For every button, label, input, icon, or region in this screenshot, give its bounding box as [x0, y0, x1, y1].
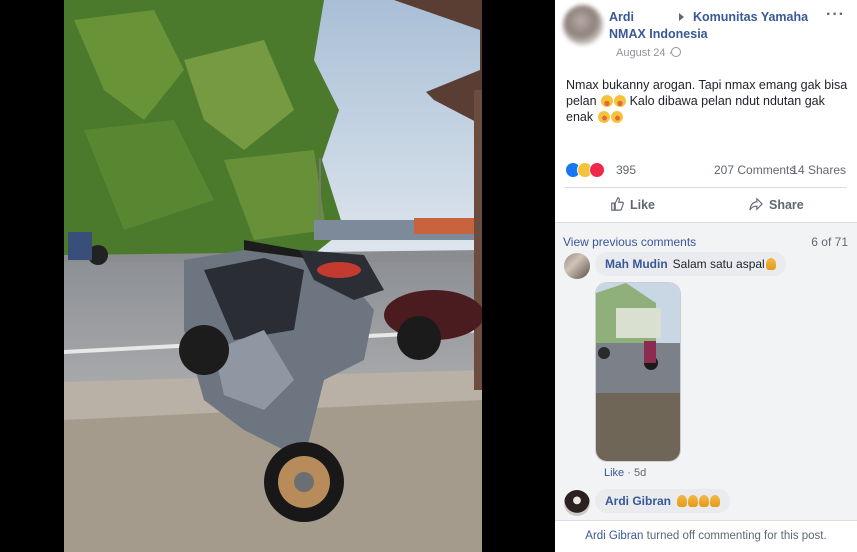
- comment-text: Salam satu aspal: [672, 257, 765, 271]
- comment-like-link[interactable]: Like: [604, 467, 624, 479]
- post-actions: Like Share: [565, 187, 847, 222]
- group-name-link-line2[interactable]: NMAX Indonesia: [609, 27, 708, 41]
- comment-photo[interactable]: [595, 282, 681, 462]
- author-avatar[interactable]: [563, 5, 603, 45]
- post-date[interactable]: August 24 ·: [616, 47, 672, 59]
- comment-timestamp[interactable]: · 5d: [627, 467, 646, 479]
- folded-hands-emoji-icon: [688, 495, 699, 507]
- commenter-avatar[interactable]: [564, 490, 590, 516]
- share-arrow-icon: [749, 197, 763, 211]
- love-reaction-icon[interactable]: [589, 162, 605, 178]
- globe-icon: [671, 47, 681, 57]
- comment-meta: Like · 5d: [604, 467, 646, 479]
- folded-hands-emoji-icon: [699, 495, 710, 507]
- post-text: Nmax bukanny arogan. Tapi nmax emang gak…: [566, 77, 851, 125]
- comment-photo-image: [596, 283, 680, 461]
- comments-section: View previous comments 6 of 71 Mah Mudin…: [555, 222, 857, 520]
- rofl-emoji-icon: [608, 109, 625, 125]
- folded-hands-emoji-icon: [765, 258, 776, 270]
- comment-bubble: Ardi Gibran: [595, 489, 731, 513]
- laughing-emoji-icon: [614, 95, 627, 107]
- folded-hands-emoji-icon: [677, 495, 688, 507]
- commenter-name-link[interactable]: Mah Mudin: [605, 257, 668, 271]
- share-button-label: Share: [769, 198, 804, 212]
- like-button[interactable]: Like: [610, 188, 655, 223]
- like-button-label: Like: [630, 198, 656, 212]
- photo-viewer: [0, 0, 552, 552]
- commenter-avatar[interactable]: [564, 253, 590, 279]
- triangle-right-icon: [679, 13, 684, 21]
- folded-hands-emoji-icon: [710, 495, 721, 507]
- share-button[interactable]: Share: [749, 188, 804, 223]
- footer-name-link[interactable]: Ardi Gibran: [585, 530, 643, 542]
- rofl-emoji-icon: [595, 109, 612, 125]
- reaction-count[interactable]: 395: [616, 163, 636, 177]
- author-name-link[interactable]: Ardi: [609, 10, 634, 24]
- group-name-link[interactable]: Komunitas Yamaha: [693, 10, 808, 24]
- scooter-photo-image: [64, 0, 482, 552]
- commenter-name-link[interactable]: Ardi Gibran: [605, 494, 671, 508]
- shares-count-link[interactable]: 14 Shares: [791, 163, 846, 177]
- post-text-line2a: pelan: [566, 94, 597, 108]
- comments-page-indicator: 6 of 71: [811, 235, 848, 249]
- more-options-icon[interactable]: ···: [826, 6, 845, 24]
- comments-count-link[interactable]: 207 Comments: [714, 163, 795, 177]
- post-panel: Ardi Komunitas Yamaha NMAX Indonesia Aug…: [555, 0, 857, 552]
- laughing-emoji-icon: [601, 95, 614, 107]
- post-text-line2b: Kalo dibawa pelan ndut ndutan gak: [629, 94, 825, 108]
- post-header: Ardi Komunitas Yamaha NMAX Indonesia Aug…: [555, 0, 857, 70]
- post-text-line1: Nmax bukanny arogan. Tapi nmax emang gak…: [566, 78, 848, 92]
- comment-bubble: Mah Mudin Salam satu aspal: [595, 252, 786, 276]
- view-previous-comments-link[interactable]: View previous comments: [563, 235, 696, 249]
- reaction-stats: 395 207 Comments 14 Shares: [565, 160, 847, 180]
- post-photo[interactable]: [64, 0, 482, 552]
- post-text-line3: enak: [566, 110, 594, 124]
- thumbs-up-icon: [611, 197, 624, 211]
- commenting-disabled-notice: Ardi Gibran turned off commenting for th…: [555, 520, 857, 552]
- footer-text: turned off commenting for this post.: [643, 530, 827, 542]
